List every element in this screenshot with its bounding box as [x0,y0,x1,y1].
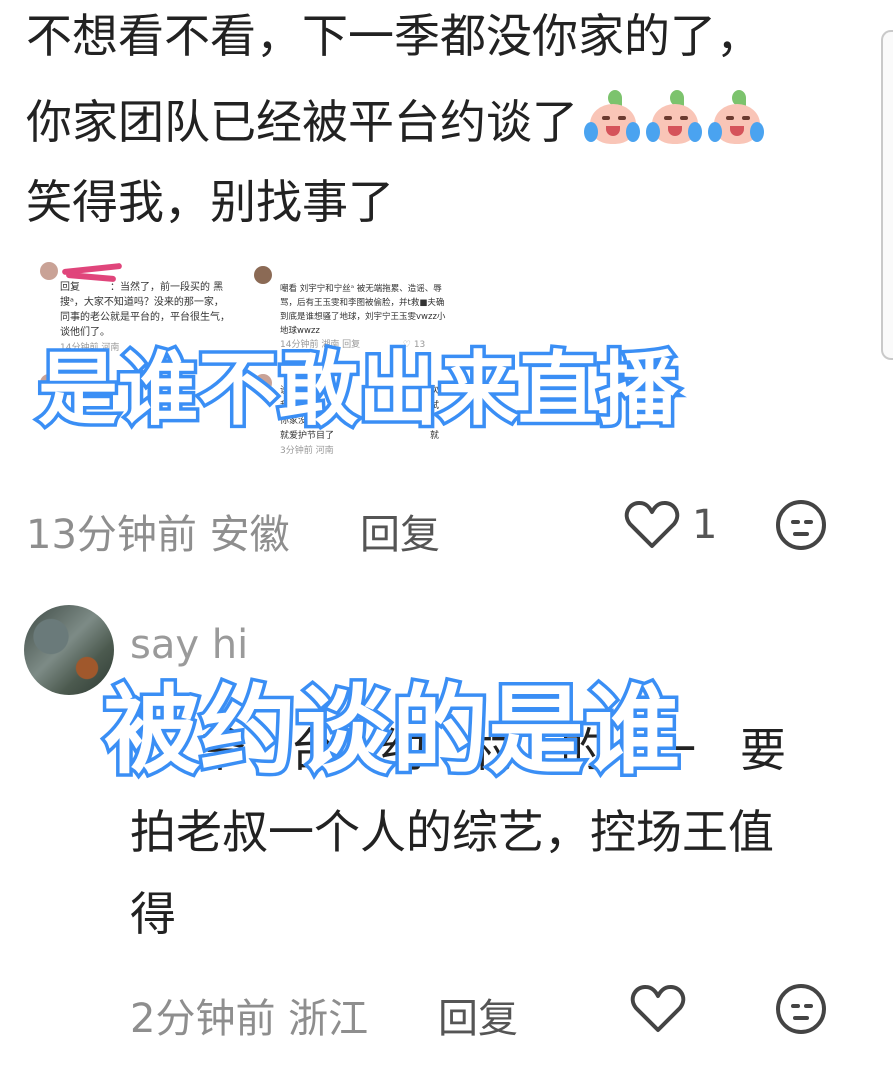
embedded-text: ：当然了，前一段买的 黑 [110,282,224,293]
scrollbar-handle[interactable] [881,30,893,360]
comment-2-meta: 2分钟前 浙江 [130,986,368,1044]
dislike-face-icon[interactable] [776,984,826,1034]
dislike-face-icon[interactable] [776,500,826,550]
embedded-text: 嘲看 刘宇宁和宁丝ᵃ 被无端拖累、造谣、辱 [280,284,442,294]
embedded-text: 搜ᵃ，大家不知道吗？没来的那一家， [60,297,224,308]
comment-1-time: 13分钟前 [26,512,197,558]
embedded-text: 骂，后有王玉雯和李图被偷脸，并t救■夫确 [280,298,445,308]
comment-1-line-2-text: 你家团队已经被平台约谈了 [26,95,578,149]
like-heart-icon[interactable] [630,984,686,1034]
embedded-text: 同事的老公就是平台的，平台很生气， [60,312,230,323]
comment-1-line-1: 不想看不看，下一季都没你家的了， [26,9,762,63]
comment-2-line-1: 拍老叔一个人的综艺，控场王值 [130,805,774,859]
like-heart-icon[interactable] [624,500,680,550]
reply-button[interactable]: 回复 [438,986,518,1044]
comment-2-username[interactable]: say hi [130,622,248,668]
comment-1-location: 安徽 [209,512,290,558]
crying-laughing-emoji [708,90,764,146]
avatar [254,266,272,284]
comment-2-time: 2分钟前 [130,996,276,1042]
comment-1-meta: 13分钟前 安徽 [26,502,290,560]
embedded-text: 到底是谁想骚了地球，刘宇宁王玉雯vwzz小 [280,312,446,322]
image-overlay-caption: 是谁不敢出来直播 [35,340,682,440]
comment-2-location: 浙江 [288,996,369,1042]
comment-2-overlay-caption: 被约谈的是谁 [101,672,684,791]
embedded-text: 地球wwzz [280,326,320,336]
avatar [40,262,58,280]
comment-1-line-2: 你家团队已经被平台约谈了 [26,90,764,152]
avatar[interactable] [24,605,114,695]
embedded-reply-label: 回复 [60,282,80,293]
embedded-meta: 3分钟前 河南 [280,446,334,456]
comment-2-line-2: 得 [130,887,176,941]
reply-button[interactable]: 回复 [360,502,440,560]
like-count: 1 [692,502,718,548]
crying-laughing-emoji [584,90,640,146]
comment-1-line-3: 笑得我，别找事了 [26,175,394,229]
embedded-text: 谈他们了。 [60,327,110,338]
crying-laughing-emoji [646,90,702,146]
